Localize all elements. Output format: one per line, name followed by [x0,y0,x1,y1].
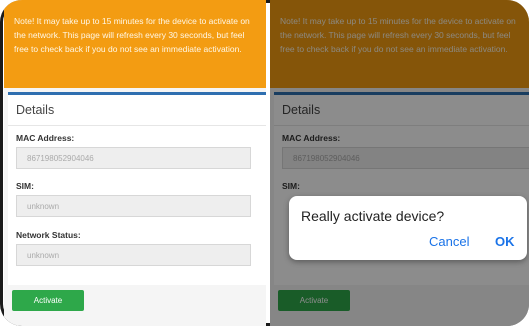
details-card: Details MAC Address: 867198052904046 SIM… [8,92,266,285]
modal-backdrop [270,0,529,326]
network-status-field[interactable]: unknown [16,244,251,266]
sim-field[interactable]: unknown [16,195,251,217]
confirm-dialog: Really activate device? Cancel OK [289,196,527,260]
activation-notice: Note! It may take up to 15 minutes for t… [4,0,266,88]
details-divider [8,125,266,126]
right-panel: Note! It may take up to 15 minutes for t… [270,0,529,326]
details-title: Details [16,103,55,117]
mac-address-label: MAC Address: [16,133,75,143]
screenshot-frame: Note! It may take up to 15 minutes for t… [0,0,529,326]
dialog-message: Really activate device? [301,208,445,224]
ok-button[interactable]: OK [495,234,515,249]
left-panel: Note! It may take up to 15 minutes for t… [4,0,266,326]
sim-label: SIM: [16,181,34,191]
network-status-label: Network Status: [16,230,81,240]
mac-address-field[interactable]: 867198052904046 [16,147,251,169]
notice-text: Note! It may take up to 15 minutes for t… [14,16,250,54]
cancel-button[interactable]: Cancel [429,234,469,249]
activate-button[interactable]: Activate [12,290,84,311]
